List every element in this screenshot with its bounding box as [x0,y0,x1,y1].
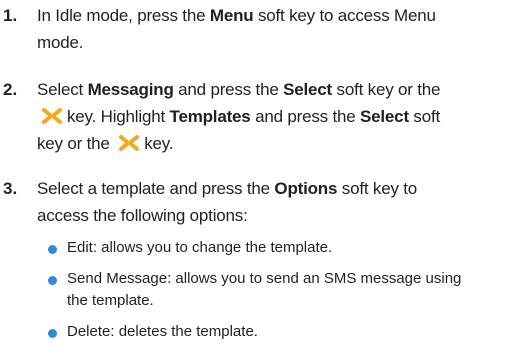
text-run: key or the [37,134,115,153]
text-run: key. [144,134,174,153]
step-line: access the following options: [37,202,517,229]
bold-term: Messaging [87,80,174,99]
bold-term: Select [360,107,409,126]
list-item-text: Send Message: allows you to send an SMS … [67,268,461,312]
bullet-dot-icon [48,245,57,254]
text-run: soft key or the [332,80,441,99]
x-key-icon [119,135,140,151]
bullet-dot-icon [48,276,57,285]
list-item-line: the template. [67,292,154,309]
step-text: Select a template and press the Options … [37,175,517,229]
text-run: and press the [250,107,361,126]
text-run: key. Highlight [67,107,170,126]
step-line: In Idle mode, press the Menu soft key to… [37,2,517,29]
list-item-line: Delete: deletes the template. [67,323,258,340]
bold-term: Options [274,179,338,198]
text-run: Select [37,80,88,99]
text-run: mode. [37,33,84,52]
step-text: Select Messaging and press the Select so… [37,76,517,157]
text-run: soft key to [337,179,418,198]
list-item-text: Edit: allows you to change the template. [67,237,332,259]
bullet-dot-icon [48,329,57,338]
bold-term: Templates [169,107,251,126]
text-run: soft key to access Menu [253,6,436,25]
text-run: soft [408,107,441,126]
text-run: In Idle mode, press the [37,6,210,25]
list-item-line: Edit: allows you to change the template. [67,239,333,256]
step-line: key. Highlight Templates and press the S… [37,103,517,130]
text-run: and press the [173,80,284,99]
step-text: In Idle mode, press the Menu soft key to… [37,2,517,56]
bold-term: Menu [209,6,254,25]
step-number: 1. [3,6,18,25]
step-number: 3. [3,179,18,198]
text-run: Select a template and press the [37,179,275,198]
step-line: Select a template and press the Options … [37,175,517,202]
list-item-text: Delete: deletes the template. [67,321,258,343]
step-number: 2. [3,80,18,99]
step-line: key or the key. [37,130,517,157]
bold-term: Select [283,80,332,99]
step-line: mode. [37,29,517,56]
list-item-line: Send Message: allows you to send an SMS … [67,270,462,287]
step-line: Select Messaging and press the Select so… [37,76,517,103]
text-run: access the following options: [37,206,248,225]
x-key-icon [42,108,62,124]
